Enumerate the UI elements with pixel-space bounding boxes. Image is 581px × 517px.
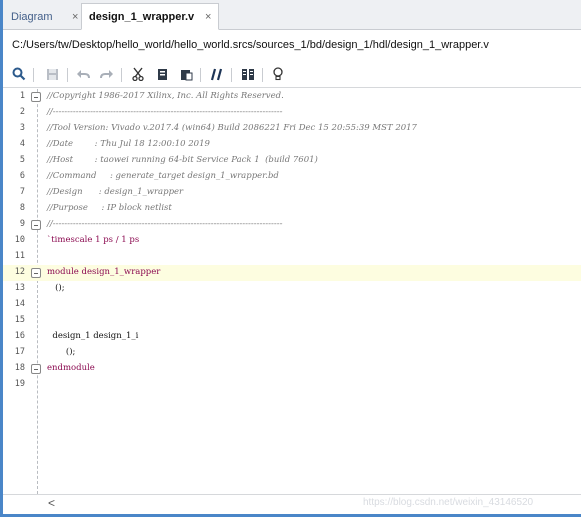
line-number: 18 bbox=[14, 363, 25, 373]
code-text: //--------------------------------------… bbox=[47, 219, 283, 229]
redo-icon[interactable] bbox=[98, 65, 116, 83]
line-number: 5 bbox=[19, 155, 25, 165]
line-number: 13 bbox=[14, 283, 25, 293]
code-text: //Purpose : IP block netlist bbox=[47, 203, 172, 213]
tab-design-1-wrapper[interactable]: design_1_wrapper.v × bbox=[81, 3, 219, 30]
code-line: 14 bbox=[3, 297, 581, 313]
line-number: 19 bbox=[14, 379, 25, 389]
watermark: https://blog.csdn.net/weixin_43146520 bbox=[363, 497, 534, 508]
fold-collapse-icon[interactable] bbox=[31, 268, 41, 278]
code-line: 9 //------------------------------------… bbox=[3, 217, 581, 233]
line-number: 6 bbox=[19, 171, 25, 181]
line-number: 11 bbox=[14, 251, 25, 261]
code-text: module design_1_wrapper bbox=[47, 267, 161, 277]
code-text: //Copyright 1986-2017 Xilinx, Inc. All R… bbox=[47, 91, 284, 101]
code-text: //Host : taowei running 64-bit Service P… bbox=[47, 155, 318, 165]
undo-icon[interactable] bbox=[74, 65, 92, 83]
code-text: //Date : Thu Jul 18 12:00:10 2019 bbox=[47, 139, 210, 149]
code-line: 2 //------------------------------------… bbox=[3, 105, 581, 121]
cut-icon[interactable] bbox=[129, 65, 147, 83]
code-line: 18 endmodule bbox=[3, 361, 581, 377]
line-number: 9 bbox=[19, 219, 25, 229]
code-line: 11 bbox=[3, 249, 581, 265]
code-editor[interactable]: 1 //Copyright 1986-2017 Xilinx, Inc. All… bbox=[3, 89, 581, 494]
search-icon[interactable] bbox=[10, 65, 28, 83]
line-number: 16 bbox=[14, 331, 25, 341]
line-number: 10 bbox=[14, 235, 25, 245]
line-number: 3 bbox=[19, 123, 25, 133]
code-line-current: 12 module design_1_wrapper bbox=[3, 265, 581, 281]
scroll-left-icon[interactable]: < bbox=[48, 496, 55, 510]
code-text: (); bbox=[47, 283, 65, 293]
code-text: design_1 design_1_i bbox=[47, 331, 139, 341]
code-line: 8 //Purpose : IP block netlist bbox=[3, 201, 581, 217]
fold-collapse-icon[interactable] bbox=[31, 220, 41, 230]
lightbulb-icon[interactable] bbox=[269, 65, 287, 83]
copy-icon[interactable] bbox=[153, 65, 171, 83]
columns-icon[interactable] bbox=[239, 65, 257, 83]
tab-label: Diagram bbox=[11, 10, 53, 23]
close-icon[interactable]: × bbox=[72, 11, 78, 23]
fold-end-icon[interactable] bbox=[31, 364, 41, 374]
code-line: 3 //Tool Version: Vivado v.2017.4 (win64… bbox=[3, 121, 581, 137]
comment-icon[interactable] bbox=[208, 65, 226, 83]
code-line: 1 //Copyright 1986-2017 Xilinx, Inc. All… bbox=[3, 89, 581, 105]
line-number: 12 bbox=[14, 267, 25, 277]
line-number: 4 bbox=[19, 139, 25, 149]
close-icon[interactable]: × bbox=[205, 11, 211, 23]
code-text: //--------------------------------------… bbox=[47, 107, 283, 117]
tab-label: design_1_wrapper.v bbox=[89, 10, 195, 23]
editor-window: Diagram × design_1_wrapper.v × C:/Users/… bbox=[0, 0, 581, 517]
code-line: 6 //Command : generate_target design_1_w… bbox=[3, 169, 581, 185]
code-text: endmodule bbox=[47, 363, 95, 373]
file-path: C:/Users/tw/Desktop/hello_world/hello_wo… bbox=[12, 39, 489, 51]
editor-toolbar bbox=[3, 62, 581, 88]
line-number: 17 bbox=[14, 347, 25, 357]
code-line: 10 `timescale 1 ps / 1 ps bbox=[3, 233, 581, 249]
code-line: 5 //Host : taowei running 64-bit Service… bbox=[3, 153, 581, 169]
code-line: 15 bbox=[3, 313, 581, 329]
code-line: 4 //Date : Thu Jul 18 12:00:10 2019 bbox=[3, 137, 581, 153]
horizontal-scrollbar[interactable]: < https://blog.csdn.net/weixin_43146520 bbox=[3, 494, 581, 511]
code-text: //Design : design_1_wrapper bbox=[47, 187, 184, 197]
code-line: 7 //Design : design_1_wrapper bbox=[3, 185, 581, 201]
line-number: 15 bbox=[14, 315, 25, 325]
code-line: 13 (); bbox=[3, 281, 581, 297]
line-number: 14 bbox=[14, 299, 25, 309]
code-line: 16 design_1 design_1_i bbox=[3, 329, 581, 345]
line-number: 2 bbox=[19, 107, 25, 117]
line-number: 8 bbox=[19, 203, 25, 213]
line-number: 1 bbox=[19, 91, 25, 101]
fold-collapse-icon[interactable] bbox=[31, 92, 41, 102]
tab-diagram[interactable]: Diagram × bbox=[5, 3, 85, 30]
code-text: //Tool Version: Vivado v.2017.4 (win64) … bbox=[47, 123, 417, 133]
code-text: (); bbox=[47, 347, 76, 357]
code-text: `timescale 1 ps / 1 ps bbox=[47, 235, 140, 245]
save-icon[interactable] bbox=[43, 65, 61, 83]
code-text: //Command : generate_target design_1_wra… bbox=[47, 171, 279, 181]
paste-icon[interactable] bbox=[177, 65, 195, 83]
code-line: 17 (); bbox=[3, 345, 581, 361]
tab-bar: Diagram × design_1_wrapper.v × bbox=[3, 0, 581, 30]
code-line: 19 bbox=[3, 377, 581, 393]
line-number: 7 bbox=[19, 187, 25, 197]
